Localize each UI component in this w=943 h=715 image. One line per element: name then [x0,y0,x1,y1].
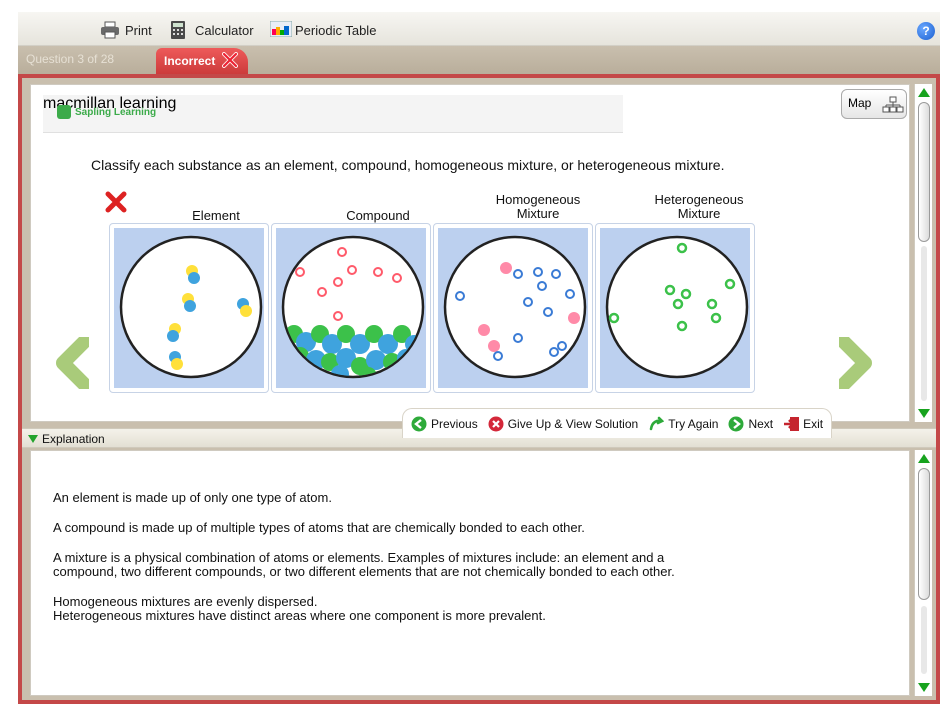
next-arrow-button[interactable] [836,334,873,392]
explanation-paragraph: A mixture is a physical combination of a… [53,550,665,565]
give-up-icon [488,416,504,432]
sapling-logo: Sapling Learning [57,105,156,119]
question-frame: Sapling Learning macmillan learning Map … [18,74,940,704]
incorrect-tab[interactable]: Incorrect [156,48,248,74]
explanation-paragraph: Homogeneous mixtures are evenly disperse… [53,594,318,609]
exit-icon [783,416,800,432]
action-bar: Previous Give Up & View Solution Try Aga… [402,408,833,438]
chevron-left-icon [56,334,92,392]
bin-element[interactable] [109,223,269,393]
map-label: Map [848,96,872,110]
explanation-paragraph: A compound is made up of multiple types … [53,520,585,535]
next-icon [728,416,744,432]
heterogeneous-sample-circle[interactable] [604,234,750,380]
question-counter: Question 3 of 28 [26,52,115,66]
column-header-line: Element [192,208,240,223]
column-header-heterogeneous: Heterogeneous Mixture [629,193,769,221]
scroll-down-arrow-icon[interactable] [918,409,930,418]
compound-sample-circle[interactable] [280,234,426,380]
previous-button[interactable]: Previous [411,416,478,432]
scroll-up-arrow-icon[interactable] [918,454,930,463]
previous-icon [411,416,427,432]
periodic-table-icon [269,20,293,39]
element-sample-circle[interactable] [118,234,264,380]
print-label: Print [125,22,152,38]
question-panel: Sapling Learning macmillan learning Map … [30,84,910,551]
homogeneous-sample-circle[interactable] [442,234,588,380]
explanation-label: Explanation [42,432,105,446]
x-mark-icon [222,52,238,68]
print-button[interactable]: Print [100,20,152,40]
brand-name: Sapling Learning [75,106,157,118]
try-again-button[interactable]: Try Again [648,416,718,432]
help-button[interactable]: ? [917,22,935,40]
incorrect-x-icon [105,191,127,213]
expand-triangle-icon [28,435,38,443]
printer-icon [100,21,120,39]
chevron-right-icon [836,334,872,392]
top-toolbar: Print Calculator Periodic Table [18,12,940,46]
sapling-leaf-icon [57,105,71,119]
scroll-down-arrow-icon[interactable] [918,683,930,692]
scroll-track [921,246,927,401]
next-label: Next [748,416,774,431]
prev-arrow-button[interactable] [55,334,92,392]
periodic-table-label: Periodic Table [295,22,377,38]
question-prompt: Classify each substance as an element, c… [91,157,725,173]
incorrect-label: Incorrect [164,54,216,68]
map-button[interactable]: Map [841,89,907,119]
bin-compound[interactable] [271,223,431,393]
scroll-thumb[interactable] [918,468,930,600]
previous-label: Previous [431,416,478,431]
answer-bins [109,223,833,551]
scroll-thumb[interactable] [918,102,930,242]
try-again-label: Try Again [668,416,719,431]
scroll-track [921,606,927,674]
explanation-panel: An element is made up of only one type o… [30,450,910,696]
brand-header: Sapling Learning macmillan learning [43,95,623,133]
column-header-line: Mixture [516,206,560,221]
explanation-paragraph: Heterogeneous mixtures have distinct are… [53,608,546,623]
settled-molecules [285,325,422,376]
explanation-paragraph: compound, two different compounds, or tw… [53,564,675,579]
column-header-line: Heterogeneous [654,192,744,207]
question-scrollbar[interactable] [914,84,932,422]
calculator-label: Calculator [195,22,254,38]
exit-label: Exit [803,416,824,431]
column-header-line: Compound [346,208,410,223]
column-header-compound: Compound [308,209,448,223]
bin-homogeneous[interactable] [433,223,593,393]
calculator-button[interactable]: Calculator [170,20,254,40]
tab-strip: Question 3 of 28 Incorrect [18,46,940,74]
explanation-scrollbar[interactable] [914,450,932,696]
column-header-line: Homogeneous [495,192,581,207]
column-header-homogeneous: Homogeneous Mixture [468,193,608,221]
column-header-line: Mixture [677,206,721,221]
explanation-toggle[interactable]: Explanation [28,432,105,446]
try-again-icon [648,416,665,432]
app-window: Print Calculator Periodic Table ? Questi… [0,0,943,715]
give-up-label: Give Up & View Solution [507,416,639,431]
scroll-up-arrow-icon[interactable] [918,88,930,97]
next-button[interactable]: Next [728,416,773,432]
exit-button[interactable]: Exit [783,416,823,432]
bin-heterogeneous[interactable] [595,223,755,393]
map-tree-icon [882,96,904,114]
explanation-paragraph: An element is made up of only one type o… [53,490,332,505]
calculator-icon [170,21,190,39]
column-header-element: Element [146,209,286,223]
give-up-button[interactable]: Give Up & View Solution [488,416,639,432]
periodic-table-button[interactable]: Periodic Table [269,20,377,40]
